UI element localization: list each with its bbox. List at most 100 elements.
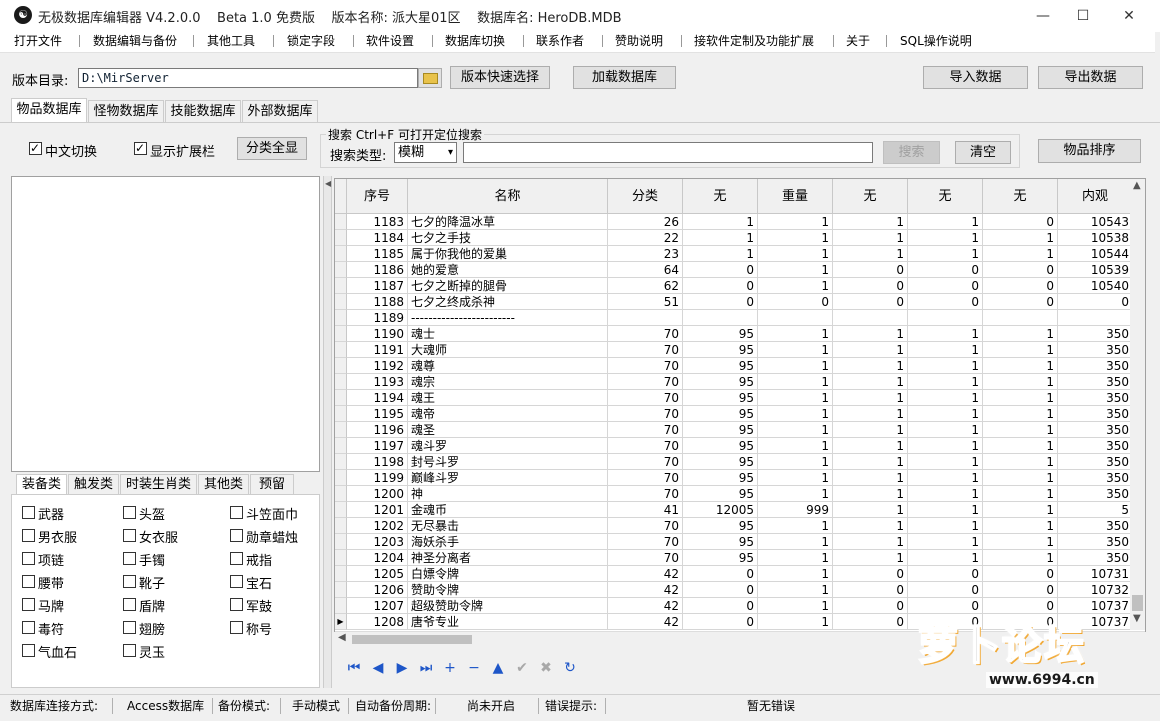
table-cell[interactable]: 魂圣 xyxy=(408,422,608,438)
table-cell[interactable]: 1 xyxy=(833,246,908,262)
menu-item-other-tools[interactable]: 其他工具 xyxy=(207,33,255,49)
table-cell[interactable]: 1 xyxy=(833,374,908,390)
table-cell[interactable]: 1 xyxy=(983,502,1058,518)
table-cell[interactable]: 42 xyxy=(608,582,683,598)
table-cell[interactable]: 魂斗罗 xyxy=(408,438,608,454)
table-cell[interactable]: 23 xyxy=(608,246,683,262)
row-indicator[interactable] xyxy=(335,566,347,582)
table-cell[interactable]: 51 xyxy=(608,294,683,310)
table-cell[interactable]: 95 xyxy=(683,470,758,486)
table-cell[interactable]: 0 xyxy=(983,294,1058,310)
table-cell[interactable]: 1 xyxy=(908,246,983,262)
table-cell[interactable]: 1188 xyxy=(347,294,408,310)
category-checkbox-belt[interactable] xyxy=(22,575,35,588)
table-cell[interactable]: 1 xyxy=(758,358,833,374)
table-cell[interactable]: 1 xyxy=(983,326,1058,342)
row-indicator[interactable] xyxy=(335,534,347,550)
table-cell[interactable]: 1192 xyxy=(347,358,408,374)
category-checkbox-shield[interactable] xyxy=(123,598,136,611)
tab-reserved[interactable]: 预留 xyxy=(250,474,294,494)
table-cell[interactable]: 封号斗罗 xyxy=(408,454,608,470)
table-cell[interactable]: 95 xyxy=(683,326,758,342)
table-cell[interactable]: 魂宗 xyxy=(408,374,608,390)
col-header-looks[interactable]: 内观 xyxy=(1058,179,1133,214)
table-cell[interactable]: 属于你我他的爱巢 xyxy=(408,246,608,262)
menu-item-db-switch[interactable]: 数据库切换 xyxy=(445,33,505,49)
scroll-thumb[interactable] xyxy=(1132,595,1143,611)
table-cell[interactable]: 她的爱意 xyxy=(408,262,608,278)
table-cell[interactable]: 1 xyxy=(908,230,983,246)
table-cell[interactable]: 95 xyxy=(683,358,758,374)
show-all-categories-button[interactable]: 分类全显 xyxy=(237,137,307,160)
table-cell[interactable]: 10732 xyxy=(1058,582,1133,598)
tab-item-db[interactable]: 物品数据库 xyxy=(11,98,87,122)
table-cell[interactable]: 1 xyxy=(983,486,1058,502)
menu-item-sql-help[interactable]: SQL操作说明 xyxy=(900,33,972,49)
table-cell[interactable]: 10544 xyxy=(1058,246,1133,262)
table-cell[interactable]: 1 xyxy=(758,614,833,630)
table-cell[interactable]: 1 xyxy=(758,262,833,278)
item-sort-button[interactable]: 物品排序 xyxy=(1038,139,1141,163)
table-cell[interactable]: 0 xyxy=(683,614,758,630)
table-cell[interactable]: 0 xyxy=(983,598,1058,614)
table-cell[interactable]: 1184 xyxy=(347,230,408,246)
table-cell[interactable]: 0 xyxy=(833,262,908,278)
row-indicator[interactable] xyxy=(335,598,347,614)
menu-item-open-file[interactable]: 打开文件 xyxy=(14,33,62,49)
menu-item-contact-author[interactable]: 联系作者 xyxy=(536,33,584,49)
table-cell[interactable]: 0 xyxy=(758,294,833,310)
table-cell[interactable]: 0 xyxy=(683,598,758,614)
table-cell[interactable]: 1 xyxy=(833,406,908,422)
table-cell[interactable]: 0 xyxy=(833,278,908,294)
table-cell[interactable]: 0 xyxy=(908,566,983,582)
table-cell[interactable]: 魂王 xyxy=(408,390,608,406)
table-cell[interactable]: 1204 xyxy=(347,550,408,566)
row-indicator[interactable] xyxy=(335,246,347,262)
table-cell[interactable]: 0 xyxy=(833,566,908,582)
category-checkbox-gem[interactable] xyxy=(230,575,243,588)
table-cell[interactable]: 70 xyxy=(608,438,683,454)
table-cell[interactable]: 无尽暴击 xyxy=(408,518,608,534)
table-cell[interactable]: 42 xyxy=(608,614,683,630)
table-cell[interactable]: 1 xyxy=(758,486,833,502)
table-cell[interactable]: 1191 xyxy=(347,342,408,358)
table-cell[interactable]: 1 xyxy=(908,502,983,518)
table-cell[interactable]: 10543 xyxy=(1058,214,1133,230)
category-checkbox-title[interactable] xyxy=(230,621,243,634)
grid-vertical-scrollbar[interactable]: ▲ ▼ xyxy=(1130,179,1145,630)
table-cell[interactable]: 海妖杀手 xyxy=(408,534,608,550)
table-cell[interactable]: 350 xyxy=(1058,390,1133,406)
table-cell[interactable]: 10540 xyxy=(1058,278,1133,294)
table-cell[interactable]: 七夕之断掉的腿骨 xyxy=(408,278,608,294)
prior-record-icon[interactable]: ◀ xyxy=(368,658,388,678)
table-cell[interactable]: 26 xyxy=(608,214,683,230)
table-cell[interactable]: 1 xyxy=(833,230,908,246)
table-cell[interactable]: 七夕的降温冰草 xyxy=(408,214,608,230)
table-cell[interactable]: 350 xyxy=(1058,518,1133,534)
table-cell[interactable]: 金魂币 xyxy=(408,502,608,518)
category-checkbox-weapon[interactable] xyxy=(22,506,35,519)
category-checkbox-helmet[interactable] xyxy=(123,506,136,519)
table-cell[interactable]: 1 xyxy=(908,438,983,454)
table-cell[interactable]: 唐爷专业 xyxy=(408,614,608,630)
table-cell[interactable]: 魂帝 xyxy=(408,406,608,422)
table-cell[interactable]: 1203 xyxy=(347,534,408,550)
table-cell[interactable]: 1187 xyxy=(347,278,408,294)
insert-record-icon[interactable]: + xyxy=(440,658,460,678)
col-header-id[interactable]: 序号 xyxy=(347,179,408,214)
search-button[interactable]: 搜索 xyxy=(883,141,940,164)
tab-monster-db[interactable]: 怪物数据库 xyxy=(88,100,164,122)
table-cell[interactable]: 1 xyxy=(983,438,1058,454)
table-cell[interactable]: 1 xyxy=(833,486,908,502)
table-cell[interactable]: 0 xyxy=(833,582,908,598)
table-cell[interactable]: 1 xyxy=(833,342,908,358)
table-cell[interactable]: 70 xyxy=(608,374,683,390)
search-input[interactable] xyxy=(463,142,873,163)
table-cell[interactable]: 1 xyxy=(908,326,983,342)
table-cell[interactable]: 95 xyxy=(683,486,758,502)
row-indicator[interactable] xyxy=(335,326,347,342)
row-indicator[interactable]: ▶ xyxy=(335,614,347,630)
category-checkbox-female-clothes[interactable] xyxy=(123,529,136,542)
col-header-category[interactable]: 分类 xyxy=(608,179,683,214)
table-cell[interactable]: 350 xyxy=(1058,406,1133,422)
